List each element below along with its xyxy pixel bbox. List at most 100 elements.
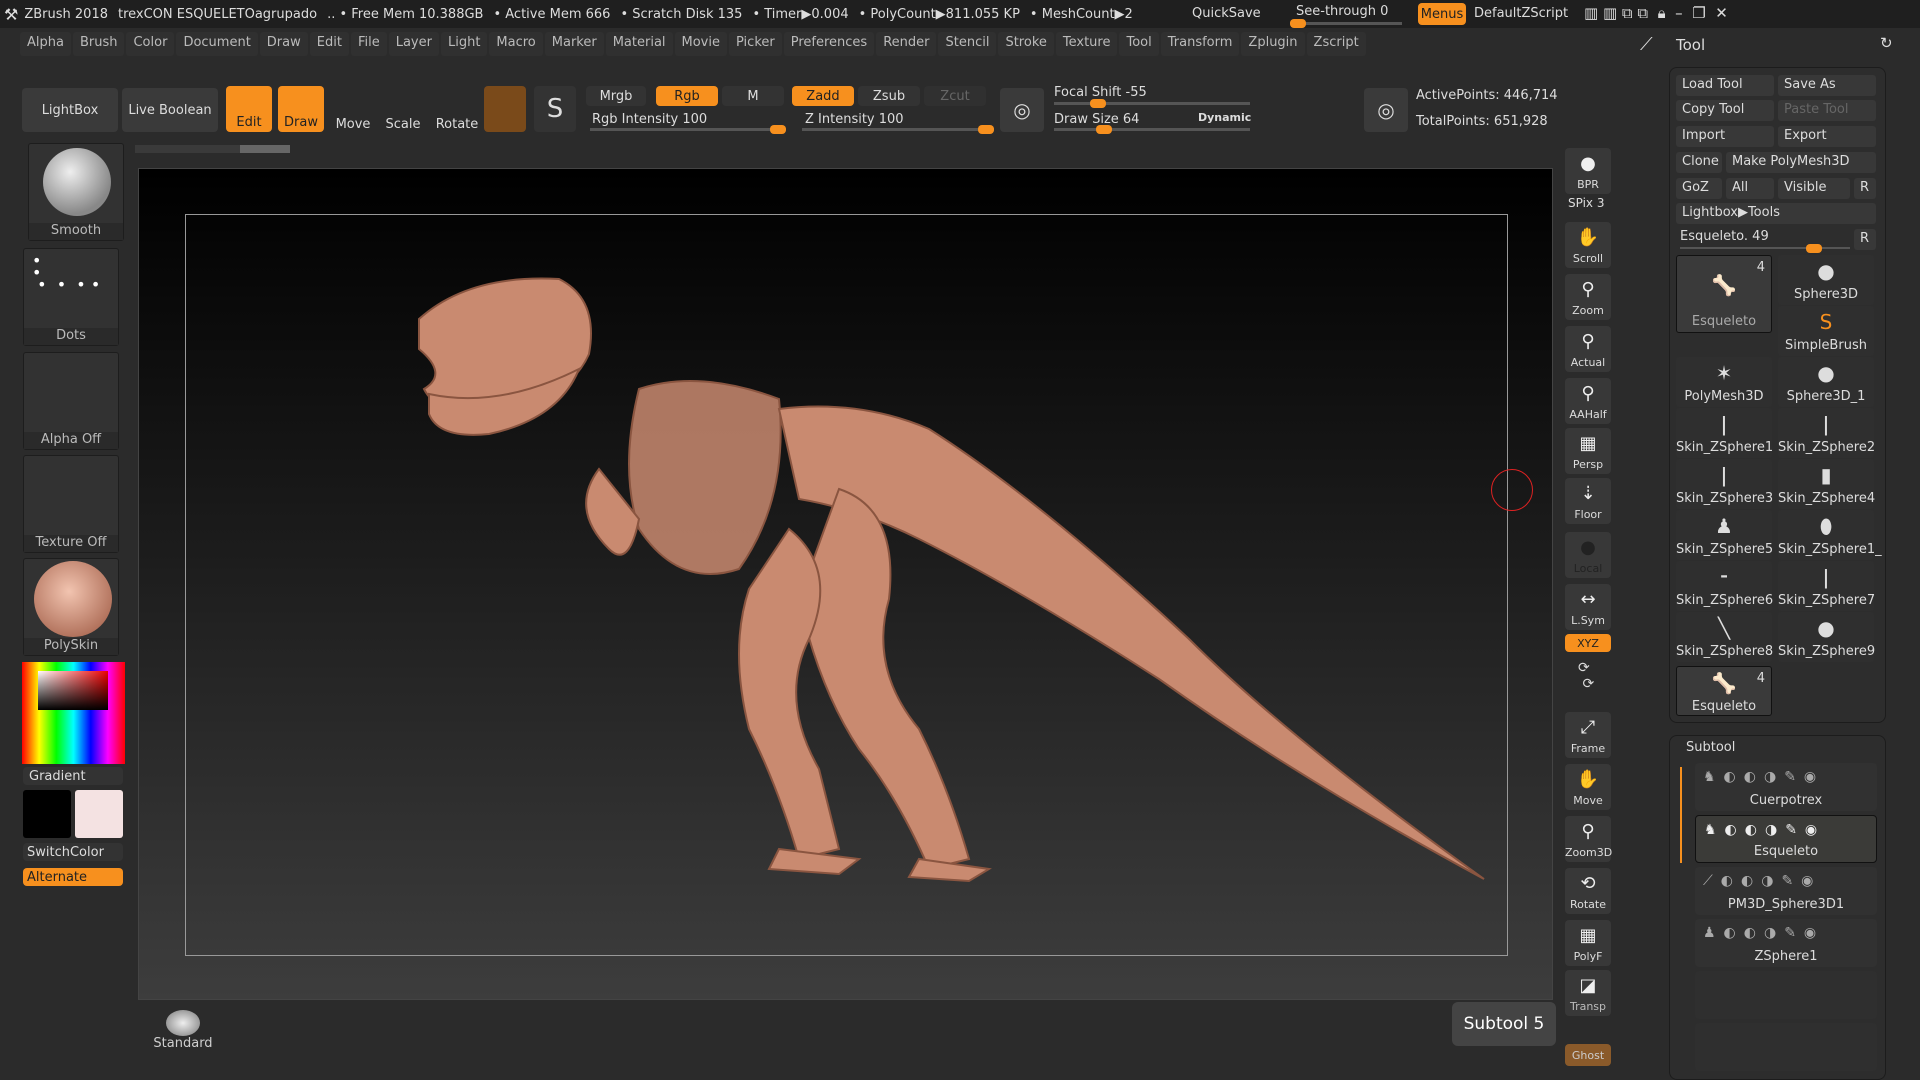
- subtool-toggle-icons[interactable]: ♞◐◐◑✎◉: [1704, 822, 1825, 838]
- zadd-button[interactable]: Zadd: [792, 86, 854, 106]
- lightbox-tools-button[interactable]: Lightbox▶Tools: [1676, 203, 1876, 224]
- canvas[interactable]: [138, 168, 1553, 1000]
- tool-item-sphere3d-1[interactable]: ● Sphere3D_1: [1778, 357, 1874, 407]
- menu-brush[interactable]: Brush: [72, 32, 125, 56]
- subtool-toggle-icons[interactable]: ⟋◐◐◑✎◉: [1703, 873, 1821, 889]
- bpr-button[interactable]: ● BPR: [1565, 148, 1611, 194]
- stroke-selector[interactable]: • • • • • • Dots: [23, 248, 119, 346]
- draw-button[interactable]: Draw: [278, 86, 324, 132]
- rotate-view-button[interactable]: ⟲ Rotate: [1565, 868, 1611, 914]
- ghost-button[interactable]: Ghost: [1565, 1044, 1611, 1066]
- focal-shift-slider[interactable]: [1054, 99, 1250, 108]
- save-as-button[interactable]: Save As: [1778, 75, 1876, 96]
- menus-button[interactable]: Menus: [1418, 3, 1466, 25]
- default-zscript-button[interactable]: DefaultZScript: [1474, 6, 1568, 21]
- menu-preferences[interactable]: Preferences: [783, 32, 875, 56]
- transp-button[interactable]: ◪ Transp: [1565, 970, 1611, 1016]
- goz-visible-button[interactable]: Visible: [1778, 178, 1850, 199]
- menu-alpha[interactable]: Alpha: [20, 32, 71, 56]
- menu-draw[interactable]: Draw: [259, 32, 308, 56]
- copy-tool-button[interactable]: Copy Tool: [1676, 100, 1774, 121]
- tool-item[interactable]: ǀ Skin_ZSphere2: [1778, 408, 1875, 458]
- subtool-item-selected[interactable]: ♞◐◐◑✎◉ Esqueleto: [1695, 815, 1877, 863]
- spix-slider[interactable]: SPix 3: [1568, 196, 1604, 210]
- m-button[interactable]: M: [722, 86, 784, 106]
- menu-material[interactable]: Material: [605, 32, 673, 56]
- zoom-button[interactable]: ⚲ Zoom: [1565, 274, 1611, 320]
- menu-movie[interactable]: Movie: [674, 32, 727, 56]
- window-controls[interactable]: ▥ ▥ ⧉ ⧉ 🔒︎ – ❐ ✕: [1584, 4, 1728, 22]
- edit-button[interactable]: Edit: [226, 86, 272, 132]
- texture-selector[interactable]: Texture Off: [23, 455, 119, 553]
- rotate-button[interactable]: Rotate: [432, 86, 482, 132]
- tool-item-polymesh3d[interactable]: ✶ PolyMesh3D: [1676, 357, 1772, 407]
- menu-light[interactable]: Light: [440, 32, 488, 56]
- xyz-button[interactable]: XYZ: [1565, 634, 1611, 652]
- dynamic-button[interactable]: Dynamic: [1198, 111, 1251, 124]
- tool-item[interactable]: ╲ Skin_ZSphere8: [1676, 612, 1773, 662]
- polyf-button[interactable]: ▦ PolyF: [1565, 920, 1611, 966]
- tool-item[interactable]: ▮ Skin_ZSphere4: [1778, 459, 1875, 509]
- switch-color-button[interactable]: SwitchColor: [23, 843, 123, 861]
- rotate-y-z-icons[interactable]: ⟳ ⟳: [1578, 660, 1594, 692]
- subtool-toggle-icons[interactable]: ♞◐◐◑✎◉: [1703, 769, 1824, 785]
- brush-selector[interactable]: Smooth: [28, 143, 124, 241]
- menu-stroke[interactable]: Stroke: [998, 32, 1054, 56]
- goz-button[interactable]: GoZ: [1676, 178, 1722, 199]
- menu-picker[interactable]: Picker: [729, 32, 782, 56]
- close-icon[interactable]: ✕: [1715, 4, 1728, 22]
- lightbox-button[interactable]: LightBox: [22, 88, 118, 132]
- menu-layer[interactable]: Layer: [388, 32, 439, 56]
- subtool-toggle-icons[interactable]: ♟◐◐◑✎◉: [1703, 925, 1824, 941]
- restore-icon[interactable]: ❐: [1692, 4, 1705, 22]
- s-icon[interactable]: S: [534, 86, 576, 132]
- menu-render[interactable]: Render: [876, 32, 937, 56]
- menu-zscript[interactable]: Zscript: [1306, 32, 1366, 56]
- import-button[interactable]: Import: [1676, 126, 1774, 147]
- tool-slider[interactable]: [1680, 244, 1850, 253]
- quicksave-button[interactable]: QuickSave: [1192, 6, 1261, 21]
- menu-document[interactable]: Document: [176, 32, 258, 56]
- tool-item[interactable]: ⬮ Skin_ZSphere1_: [1778, 510, 1882, 560]
- rgb-intensity-slider[interactable]: [590, 125, 786, 134]
- goz-all-button[interactable]: All: [1726, 178, 1774, 199]
- layout-icon[interactable]: ▥ ▥ ⧉ ⧉: [1584, 4, 1648, 22]
- subtool-item[interactable]: ♞◐◐◑✎◉ Cuerpotrex: [1695, 763, 1877, 811]
- dynamesh-icon[interactable]: ◎: [1364, 88, 1408, 132]
- draw-size-slider[interactable]: [1054, 125, 1250, 134]
- zcut-button[interactable]: Zcut: [924, 86, 986, 106]
- saturation-value-square[interactable]: [38, 671, 108, 710]
- subtool-item[interactable]: ⟋◐◐◑✎◉ PM3D_Sphere3D1: [1695, 867, 1877, 915]
- floor-button[interactable]: ⇣ Floor: [1565, 478, 1611, 524]
- scale-button[interactable]: Scale: [380, 86, 426, 132]
- menu-color[interactable]: Color: [126, 32, 175, 56]
- scroll-button[interactable]: ✋ Scroll: [1565, 222, 1611, 268]
- tool-item-esqueleto-recent[interactable]: 🦴 Esqueleto 4: [1676, 666, 1772, 716]
- subtool-item[interactable]: ♟◐◐◑✎◉ ZSphere1: [1695, 919, 1877, 967]
- zsub-button[interactable]: Zsub: [858, 86, 920, 106]
- load-tool-button[interactable]: Load Tool: [1676, 75, 1774, 96]
- tool-slider-r-button[interactable]: R: [1854, 229, 1876, 250]
- rgb-button[interactable]: Rgb: [656, 86, 718, 106]
- export-button[interactable]: Export: [1778, 126, 1876, 147]
- tool-item-esqueleto[interactable]: 🦴 Esqueleto 4: [1676, 255, 1772, 333]
- main-color-swatch[interactable]: [23, 790, 71, 838]
- menu-texture[interactable]: Texture: [1055, 32, 1118, 56]
- subtool-scrollbar[interactable]: [1680, 767, 1682, 863]
- menu-transform[interactable]: Transform: [1160, 32, 1240, 56]
- menu-marker[interactable]: Marker: [544, 32, 604, 56]
- reset-icon[interactable]: ↻: [1880, 34, 1893, 52]
- tool-item[interactable]: ⁃ Skin_ZSphere6: [1676, 561, 1773, 611]
- goz-r-button[interactable]: R: [1854, 178, 1876, 199]
- tool-item[interactable]: ● Skin_ZSphere9: [1778, 612, 1875, 662]
- zoom3d-button[interactable]: ⚲ Zoom3D: [1565, 816, 1612, 862]
- minimize-icon[interactable]: –: [1675, 4, 1683, 22]
- current-brush-button[interactable]: Standard: [135, 1010, 231, 1062]
- lock-icon[interactable]: 🔒︎: [1658, 4, 1666, 22]
- menu-stencil[interactable]: Stencil: [938, 32, 997, 56]
- menu-edit[interactable]: Edit: [309, 32, 349, 56]
- sculptris-pro-icon[interactable]: ◎: [1000, 88, 1044, 132]
- tool-item-simplebrush[interactable]: S SimpleBrush: [1778, 306, 1874, 356]
- see-through-track[interactable]: [1290, 19, 1402, 28]
- material-selector[interactable]: PolySkin: [23, 558, 119, 656]
